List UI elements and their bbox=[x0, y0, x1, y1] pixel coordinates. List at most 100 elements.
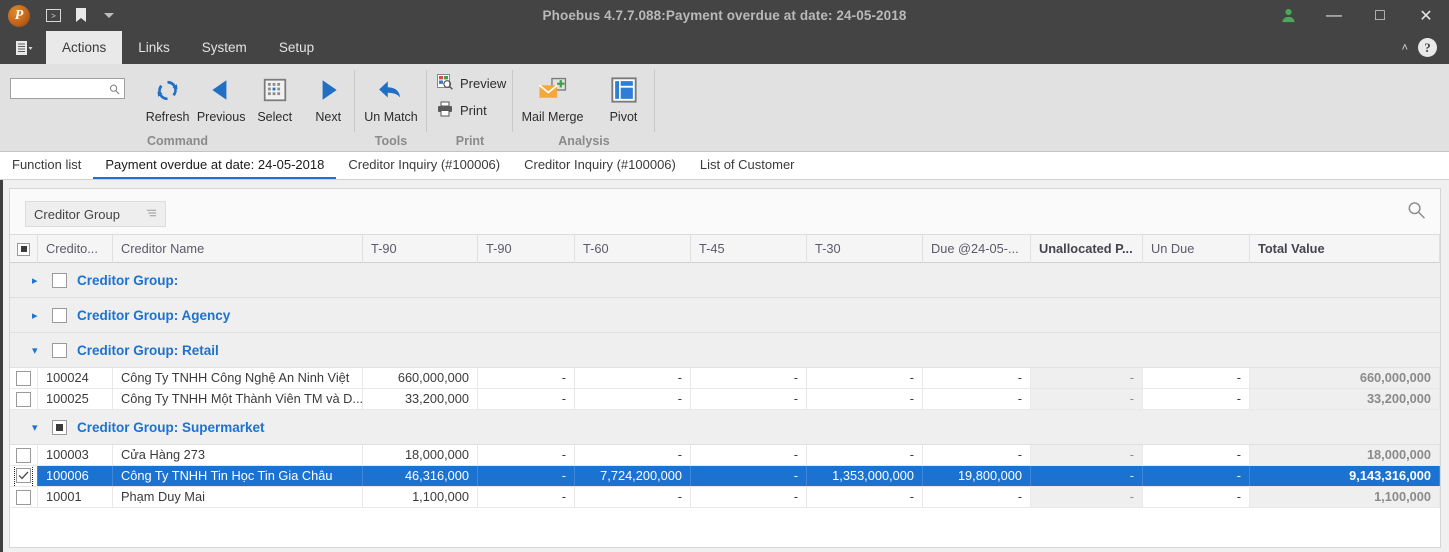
select-all-header[interactable] bbox=[10, 235, 38, 263]
row-checkbox[interactable] bbox=[16, 391, 31, 407]
group-checkbox[interactable] bbox=[52, 342, 67, 358]
chevron-right-icon[interactable]: ▸ bbox=[32, 309, 42, 322]
row-checkbox-cell[interactable] bbox=[10, 466, 38, 486]
close-button[interactable]: ✕ bbox=[1403, 0, 1449, 31]
select-all-checkbox[interactable] bbox=[17, 242, 30, 256]
row-checkbox[interactable] bbox=[16, 489, 31, 505]
ribbon-tab-actions[interactable]: Actions bbox=[46, 31, 123, 64]
table-row[interactable]: 10001 Phạm Duy Mai 1,100,000 - - - - - -… bbox=[10, 487, 1440, 508]
cell-t30: 1,353,000,000 bbox=[807, 466, 923, 486]
header-unallocated[interactable]: Unallocated P... bbox=[1031, 235, 1143, 263]
row-checkbox[interactable] bbox=[16, 370, 31, 386]
table-row[interactable]: 100024 Công Ty TNHH Công Nghệ An Ninh Vi… bbox=[10, 368, 1440, 389]
ribbon-group-analysis: Mail Merge Pivot Analysis bbox=[513, 64, 655, 152]
table-row-selected[interactable]: 100006 Công Ty TNHH Tin Học Tin Gia Châu… bbox=[10, 466, 1440, 487]
tab-creditor-inquiry-2[interactable]: Creditor Inquiry (#100006) bbox=[512, 152, 688, 179]
tab-creditor-inquiry-1[interactable]: Creditor Inquiry (#100006) bbox=[336, 152, 512, 179]
select-button[interactable]: Select bbox=[248, 70, 302, 124]
console-icon[interactable]: > bbox=[40, 3, 66, 29]
tab-payment-overdue[interactable]: Payment overdue at date: 24-05-2018 bbox=[93, 152, 337, 179]
group-row[interactable]: ▾ Creditor Group: Retail bbox=[10, 333, 1440, 368]
row-checkbox-cell[interactable] bbox=[10, 445, 38, 465]
maximize-button[interactable]: □ bbox=[1357, 0, 1403, 31]
cell-creditor-code: 10001 bbox=[38, 487, 113, 507]
ribbon-tab-setup[interactable]: Setup bbox=[263, 31, 330, 64]
header-creditor-code[interactable]: Credito... bbox=[38, 235, 113, 263]
header-creditor-name[interactable]: Creditor Name bbox=[113, 235, 363, 263]
row-checkbox-cell[interactable] bbox=[10, 368, 38, 388]
header-t60[interactable]: T-60 bbox=[575, 235, 691, 263]
header-t90-a[interactable]: T-90 bbox=[363, 235, 478, 263]
refresh-label: Refresh bbox=[145, 110, 190, 124]
select-label: Select bbox=[257, 110, 293, 124]
mail-merge-button[interactable]: Mail Merge bbox=[517, 70, 589, 124]
ribbon-tab-links[interactable]: Links bbox=[122, 31, 186, 64]
group-row[interactable]: ▸ Creditor Group: bbox=[10, 263, 1440, 298]
cell-creditor-code: 100024 bbox=[38, 368, 113, 388]
row-checkbox-checked[interactable] bbox=[16, 468, 31, 483]
bookmark-icon[interactable] bbox=[68, 3, 94, 29]
chevron-right-icon[interactable]: ▸ bbox=[32, 274, 42, 287]
cell-total-value: 18,000,000 bbox=[1250, 445, 1440, 465]
un-match-label: Un Match bbox=[364, 110, 418, 124]
group-checkbox[interactable] bbox=[52, 419, 67, 435]
group-by-chip-creditor-group[interactable]: Creditor Group bbox=[25, 201, 166, 227]
help-icon[interactable]: ? bbox=[1418, 38, 1437, 57]
group-checkbox[interactable] bbox=[52, 272, 67, 288]
row-checkbox-cell[interactable] bbox=[10, 487, 38, 507]
row-checkbox[interactable] bbox=[16, 447, 31, 463]
un-match-icon bbox=[377, 72, 405, 108]
tab-list-of-customer[interactable]: List of Customer bbox=[688, 152, 807, 179]
row-checkbox-cell[interactable] bbox=[10, 389, 38, 409]
tab-function-list[interactable]: Function list bbox=[0, 152, 93, 179]
previous-button[interactable]: Previous bbox=[194, 70, 248, 124]
group-row[interactable]: ▸ Creditor Group: Agency bbox=[10, 298, 1440, 333]
ribbon-group-tools: Un Match Tools bbox=[355, 64, 427, 152]
window-title: Phoebus 4.7.7.088:Payment overdue at dat… bbox=[542, 8, 907, 23]
cell-unallocated: - bbox=[1031, 368, 1143, 388]
user-icon[interactable] bbox=[1265, 0, 1311, 31]
window-controls: — □ ✕ bbox=[1265, 0, 1449, 31]
header-t90-b[interactable]: T-90 bbox=[478, 235, 575, 263]
group-row[interactable]: ▾ Creditor Group: Supermarket bbox=[10, 410, 1440, 445]
ribbon-tab-system[interactable]: System bbox=[186, 31, 263, 64]
ribbon-toolbar: Refresh Previous Select Next Command Un … bbox=[0, 64, 1449, 152]
minimize-button[interactable]: — bbox=[1311, 0, 1357, 31]
next-button[interactable]: Next bbox=[301, 70, 355, 124]
application-menu-icon[interactable] bbox=[6, 31, 42, 64]
refresh-button[interactable]: Refresh bbox=[141, 70, 195, 124]
search-icon[interactable] bbox=[1407, 201, 1426, 225]
cell-creditor-name: Công Ty TNHH Công Nghệ An Ninh Việt bbox=[113, 368, 363, 388]
search-input[interactable] bbox=[10, 78, 125, 99]
document-tab-strip: Function list Payment overdue at date: 2… bbox=[0, 152, 1449, 180]
group-checkbox[interactable] bbox=[52, 307, 67, 323]
table-row[interactable]: 100003 Cửa Hàng 273 18,000,000 - - - - -… bbox=[10, 445, 1440, 466]
previous-icon bbox=[208, 72, 234, 108]
cell-t45: - bbox=[691, 368, 807, 388]
next-label: Next bbox=[315, 110, 342, 124]
print-icon bbox=[437, 101, 453, 120]
print-button[interactable]: Print bbox=[437, 101, 513, 120]
header-t45[interactable]: T-45 bbox=[691, 235, 807, 263]
cell-creditor-name: Phạm Duy Mai bbox=[113, 487, 363, 507]
table-row[interactable]: 100025 Công Ty TNHH Một Thành Viên TM và… bbox=[10, 389, 1440, 410]
cell-t90-b: - bbox=[478, 487, 575, 507]
cell-creditor-code: 100003 bbox=[38, 445, 113, 465]
header-undue[interactable]: Un Due bbox=[1143, 235, 1250, 263]
next-icon bbox=[315, 72, 341, 108]
customize-quick-access-chevron-icon[interactable] bbox=[96, 3, 122, 29]
cell-t90-b: - bbox=[478, 466, 575, 486]
collapse-ribbon-chevron-icon[interactable]: ˄ bbox=[1402, 42, 1408, 54]
un-match-button[interactable]: Un Match bbox=[355, 70, 427, 124]
chevron-down-icon[interactable]: ▾ bbox=[32, 344, 42, 357]
chevron-down-icon[interactable]: ▾ bbox=[32, 421, 42, 434]
header-total-value[interactable]: Total Value bbox=[1250, 235, 1440, 263]
cell-t30: - bbox=[807, 487, 923, 507]
header-t30[interactable]: T-30 bbox=[807, 235, 923, 263]
group-row-label: Creditor Group: bbox=[77, 272, 179, 288]
ribbon-tabs: Actions Links System Setup bbox=[46, 31, 330, 64]
pivot-button[interactable]: Pivot bbox=[596, 70, 652, 124]
header-due[interactable]: Due @24-05-... bbox=[923, 235, 1031, 263]
group-filter-bar: Creditor Group bbox=[10, 189, 1440, 235]
preview-button[interactable]: Preview bbox=[437, 74, 513, 93]
